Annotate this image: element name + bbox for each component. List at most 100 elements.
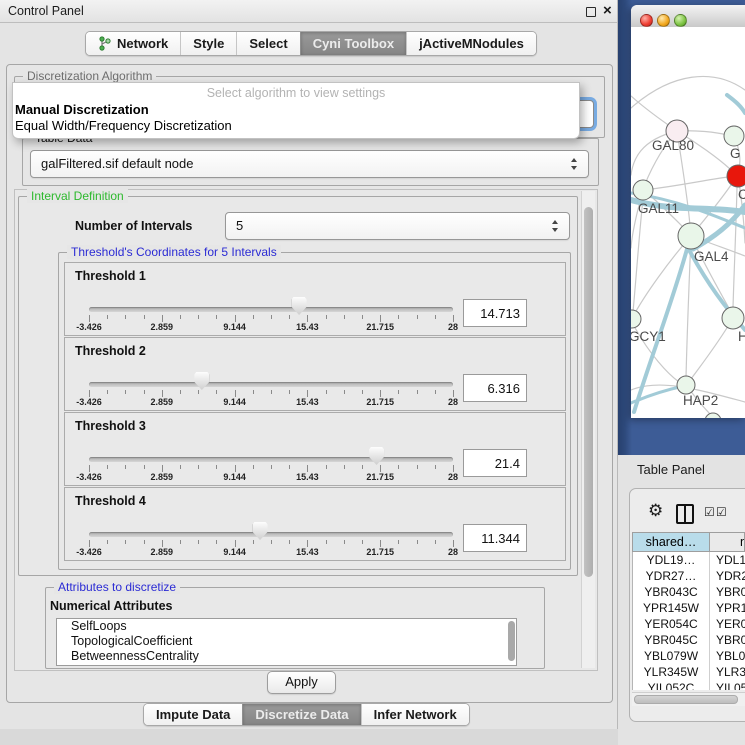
tab-jactivemnodules[interactable]: jActiveMNodules <box>406 32 536 55</box>
stepper-arrows-icon <box>570 157 579 171</box>
tick-label: 15.43 <box>296 547 319 557</box>
horizontal-scrollbar[interactable] <box>632 692 745 706</box>
algorithm-dropdown-popup: Select algorithm to view settings Manual … <box>12 82 580 139</box>
bottom-tab-infer-network[interactable]: Infer Network <box>361 704 469 725</box>
column-view-icon[interactable] <box>676 504 694 524</box>
tick-label: 15.43 <box>296 397 319 407</box>
float-window-icon[interactable] <box>586 7 596 17</box>
tick-label: 28 <box>448 472 458 482</box>
zoom-traffic-light[interactable] <box>674 14 687 27</box>
horizontal-scrollbar-thumb[interactable] <box>634 695 738 704</box>
slider-track[interactable] <box>89 382 453 387</box>
tick-label: 28 <box>448 547 458 557</box>
table-row[interactable]: YDL19…YDL19 <box>633 552 745 568</box>
dropdown-prompt: Select algorithm to view settings <box>13 86 579 100</box>
apply-button[interactable]: Apply <box>267 671 336 694</box>
gray-edge[interactable] <box>686 236 691 378</box>
table-row[interactable]: YPR145WYPR145W <box>633 600 745 616</box>
gray-edge[interactable] <box>631 76 745 108</box>
attribute-item-betweennesscentrality[interactable]: BetweennessCentrality <box>57 649 516 664</box>
table-row[interactable]: YLR345WYLR345W <box>633 664 745 680</box>
node-gal11[interactable] <box>633 180 653 200</box>
gray-edge[interactable] <box>635 236 691 313</box>
bottom-tab-bar: Impute Data Discretize DataInfer Network <box>143 703 470 726</box>
slider-track[interactable] <box>89 457 453 462</box>
tab-network-label: Network <box>117 36 168 51</box>
attributes-group-label: Attributes to discretize <box>54 580 180 594</box>
gear-icon[interactable]: ⚙ <box>648 502 663 519</box>
slider-track[interactable] <box>89 532 453 537</box>
threshold-value-input[interactable] <box>463 524 527 552</box>
slider-thumb[interactable] <box>369 447 384 465</box>
gray-edge[interactable] <box>733 187 737 308</box>
tick-label: 21.715 <box>366 472 394 482</box>
vertical-scrollbar-thumb[interactable] <box>584 207 593 577</box>
node-gal4[interactable] <box>678 223 704 249</box>
threshold-value-input[interactable] <box>463 299 527 327</box>
attribute-item-selfloops[interactable]: SelfLoops <box>57 619 516 634</box>
attribute-item-topologicalcoefficient[interactable]: TopologicalCoefficient <box>57 634 516 649</box>
column-header-name[interactable]: name <box>710 533 744 551</box>
numerical-attributes-list[interactable]: SelfLoopsTopologicalCoefficientBetweenne… <box>56 618 517 666</box>
threshold-label: Threshold 2 <box>75 344 146 358</box>
threshold-value-input[interactable] <box>463 374 527 402</box>
column-header-shared-name[interactable]: shared… <box>633 533 710 551</box>
node-g[interactable] <box>724 126 744 146</box>
window-title: Control Panel <box>8 4 84 18</box>
cell-shared-name: YER054C <box>633 616 710 632</box>
threshold-panel-2: Threshold 2-3.4262.8599.14415.4321.71528 <box>64 337 566 411</box>
dropdown-option-equal-width-frequency-discretization[interactable]: Equal Width/Frequency Discretization <box>15 118 232 133</box>
vertical-scrollbar[interactable] <box>581 191 595 668</box>
top-tab-bar: Network Style Select Cyni Toolbox jActiveMNo… <box>85 31 537 56</box>
node-gcy1[interactable] <box>631 310 641 328</box>
checkbox-icon[interactable]: ☑ <box>716 505 727 519</box>
node-h[interactable] <box>722 307 744 329</box>
tab-select-label: Select <box>249 36 287 51</box>
tick-label: 28 <box>448 397 458 407</box>
close-icon[interactable]: × <box>603 2 612 19</box>
control-panel-titlebar: Control Panel × <box>0 0 617 23</box>
tick-label: 21.715 <box>366 397 394 407</box>
table-row[interactable]: YDR27…YDR27 <box>633 568 745 584</box>
dropdown-option-manual-discretization[interactable]: Manual Discretization <box>15 102 149 117</box>
cell-shared-name: YBL079W <box>633 648 710 664</box>
tab-cyni-toolbox-label: Cyni Toolbox <box>313 36 394 51</box>
bottom-tab-impute-data[interactable]: Impute Data <box>144 704 242 725</box>
tab-style[interactable]: Style <box>180 32 236 55</box>
table-row[interactable]: YBR045CYBR045C <box>633 632 745 648</box>
discretization-algorithm-group-label: Discretization Algorithm <box>23 69 156 83</box>
slider-thumb[interactable] <box>194 372 209 390</box>
tick-label: 28 <box>448 322 458 332</box>
slider-track[interactable] <box>89 307 453 312</box>
table-row[interactable]: YBR043CYBR043C <box>633 584 745 600</box>
node-c[interactable] <box>727 165 745 187</box>
table-row[interactable]: YER054CYER054C <box>633 616 745 632</box>
threshold-label: Threshold 1 <box>75 269 146 283</box>
cell-shared-name: YBR045C <box>633 632 710 648</box>
node-hap2[interactable] <box>677 376 695 394</box>
checkbox-icon[interactable]: ☑ <box>704 505 715 519</box>
table-row[interactable]: YIL052CYIL052C <box>633 680 745 690</box>
list-scrollbar-thumb[interactable] <box>508 621 515 661</box>
node-label-g: G <box>730 146 741 161</box>
node-unlabeled[interactable] <box>705 413 721 418</box>
threshold-panel-4: Threshold 4-3.4262.8599.14415.4321.71528 <box>64 487 566 561</box>
teal-edge[interactable] <box>727 95 745 113</box>
table-panel-region: Table Panel ⚙ ☑ ☑ shared… name YDL19…YDL… <box>618 455 745 745</box>
table-data-combobox[interactable]: galFiltered.sif default node <box>30 150 589 178</box>
number-of-intervals-combobox[interactable]: 5 <box>225 212 570 240</box>
tab-cyni-toolbox[interactable]: Cyni Toolbox <box>300 32 406 55</box>
bottom-tab-discretize-data[interactable]: Discretize Data <box>242 704 360 725</box>
tab-network[interactable]: Network <box>86 32 180 55</box>
table-row[interactable]: YBL079WYBL079W <box>633 648 745 664</box>
threshold-value-input[interactable] <box>463 449 527 477</box>
slider-thumb[interactable] <box>292 297 307 315</box>
node-label-c: C <box>738 187 745 202</box>
tab-select[interactable]: Select <box>236 32 299 55</box>
network-window-titlebar[interactable] <box>631 5 745 28</box>
slider-thumb[interactable] <box>253 522 268 540</box>
network-canvas[interactable]: GAL80GCGAL11GAL4GCY1HHAP2 <box>631 27 745 418</box>
bottom-tab-impute-data-label: Impute Data <box>156 707 230 722</box>
minimize-traffic-light[interactable] <box>657 14 670 27</box>
close-traffic-light[interactable] <box>640 14 653 27</box>
